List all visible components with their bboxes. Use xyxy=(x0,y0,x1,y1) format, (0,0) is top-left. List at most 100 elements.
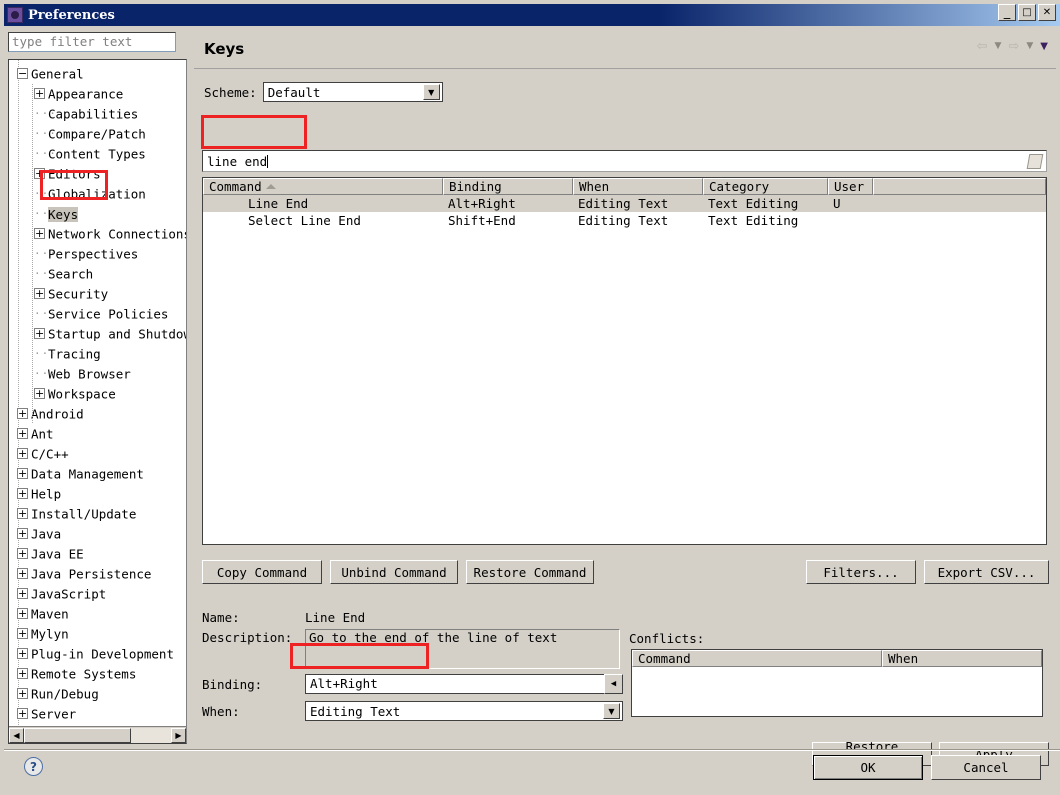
expand-icon[interactable]: + xyxy=(17,508,28,519)
sidebar-item-data-management[interactable]: + Data Management xyxy=(9,464,186,484)
close-button[interactable]: ✕ xyxy=(1038,4,1056,21)
expand-icon[interactable]: + xyxy=(17,648,28,659)
expand-icon[interactable]: + xyxy=(17,628,28,639)
filters-button[interactable]: Filters... xyxy=(806,560,916,584)
expand-icon[interactable]: + xyxy=(17,528,28,539)
expand-icon[interactable]: + xyxy=(17,568,28,579)
scroll-left-icon[interactable]: ◀ xyxy=(9,727,24,743)
table-body[interactable]: Line End Alt+Right Editing Text Text Editin… xyxy=(203,195,1046,229)
sidebar-item-maven[interactable]: + Maven xyxy=(9,604,186,624)
left-triangle-icon[interactable]: ◀ xyxy=(604,674,623,694)
expand-icon[interactable]: + xyxy=(17,708,28,719)
sidebar-item-globalization[interactable]: ···Globalization xyxy=(9,184,186,204)
sidebar-item-general[interactable]: − General xyxy=(9,64,186,84)
sidebar-item-android[interactable]: + Android xyxy=(9,404,186,424)
ok-button[interactable]: OK xyxy=(813,755,923,780)
scroll-thumb[interactable] xyxy=(24,727,131,743)
scheme-combo[interactable]: Default ▼ xyxy=(262,82,443,102)
sidebar-item-help[interactable]: + Help xyxy=(9,484,186,504)
scroll-track[interactable] xyxy=(131,727,171,743)
expand-icon[interactable]: + xyxy=(34,388,45,399)
key-bindings-table[interactable]: Command Binding When Category User Line End A… xyxy=(202,177,1047,545)
chevron-down-icon[interactable]: ▼ xyxy=(603,703,620,719)
tree-horizontal-scrollbar[interactable]: ◀ ▶ xyxy=(9,726,186,743)
forward-arrow-icon[interactable]: ⇨ xyxy=(1008,40,1019,53)
expand-icon[interactable]: + xyxy=(17,668,28,679)
sidebar-item-search[interactable]: ···Search xyxy=(9,264,186,284)
scroll-right-icon[interactable]: ▶ xyxy=(171,727,186,743)
sidebar-item-java-persistence[interactable]: + Java Persistence xyxy=(9,564,186,584)
sidebar-item-label: Editors xyxy=(48,166,101,182)
back-chevron-down-icon[interactable]: ▼ xyxy=(995,42,1002,51)
minimize-button[interactable]: _ xyxy=(998,4,1016,21)
sidebar-item-capabilities[interactable]: ···Capabilities xyxy=(9,104,186,124)
expand-icon[interactable]: + xyxy=(34,88,45,99)
collapse-icon[interactable]: − xyxy=(17,68,28,79)
expand-icon[interactable]: + xyxy=(34,328,45,339)
expand-icon[interactable]: + xyxy=(17,608,28,619)
sidebar-item-startup-and-shutdown[interactable]: + Startup and Shutdown xyxy=(9,324,186,344)
conflicts-column-header-command[interactable]: Command xyxy=(632,650,882,667)
sidebar-item-install-update[interactable]: + Install/Update xyxy=(9,504,186,524)
expand-icon[interactable]: + xyxy=(34,168,45,179)
copy-command-button[interactable]: Copy Command xyxy=(202,560,322,584)
expand-icon[interactable]: + xyxy=(17,428,28,439)
sidebar-item-ant[interactable]: + Ant xyxy=(9,424,186,444)
sidebar-item-service-policies[interactable]: ···Service Policies xyxy=(9,304,186,324)
sidebar-item-tracing[interactable]: ···Tracing xyxy=(9,344,186,364)
forward-chevron-down-icon[interactable]: ▼ xyxy=(1026,42,1033,51)
sidebar-item-security[interactable]: + Security xyxy=(9,284,186,304)
expand-icon[interactable]: + xyxy=(17,408,28,419)
sidebar-item-java[interactable]: + Java xyxy=(9,524,186,544)
back-arrow-icon[interactable]: ⇦ xyxy=(977,40,988,53)
binding-input[interactable]: Alt+Right xyxy=(305,674,620,694)
sidebar-item-appearance[interactable]: + Appearance xyxy=(9,84,186,104)
sidebar-item-editors[interactable]: + Editors xyxy=(9,164,186,184)
expand-icon[interactable]: + xyxy=(17,488,28,499)
sidebar-item-compare-patch[interactable]: ···Compare/Patch xyxy=(9,124,186,144)
help-icon[interactable]: ? xyxy=(24,757,43,776)
sidebar-item-mylyn[interactable]: + Mylyn xyxy=(9,624,186,644)
view-menu-chevron-down-icon[interactable]: ▼ xyxy=(1040,41,1048,52)
expand-icon[interactable]: + xyxy=(17,448,28,459)
sidebar-item-network-connections[interactable]: + Network Connections xyxy=(9,224,186,244)
column-header-user[interactable]: User xyxy=(828,178,873,195)
table-row[interactable]: Select Line End Shift+End Editing Text Text… xyxy=(203,212,1046,229)
chevron-down-icon[interactable]: ▼ xyxy=(422,84,440,100)
sidebar-item-server[interactable]: + Server xyxy=(9,704,186,724)
sidebar-item-plug-in-development[interactable]: + Plug-in Development xyxy=(9,644,186,664)
maximize-button[interactable]: □ xyxy=(1018,4,1036,21)
conflicts-table[interactable]: Command When xyxy=(631,649,1043,717)
column-header-category[interactable]: Category xyxy=(703,178,828,195)
table-row[interactable]: Line End Alt+Right Editing Text Text Editin… xyxy=(203,195,1046,212)
expand-icon[interactable]: + xyxy=(34,288,45,299)
column-header-command[interactable]: Command xyxy=(203,178,443,195)
column-header-when[interactable]: When xyxy=(573,178,703,195)
keys-filter-input[interactable]: line end xyxy=(202,150,1047,172)
export-csv-button[interactable]: Export CSV... xyxy=(924,560,1049,584)
tree-filter-input[interactable]: type filter text xyxy=(8,32,176,52)
sidebar-item-perspectives[interactable]: ···Perspectives xyxy=(9,244,186,264)
sidebar-item-remote-systems[interactable]: + Remote Systems xyxy=(9,664,186,684)
sidebar-item-keys[interactable]: ···Keys xyxy=(9,204,186,224)
expand-icon[interactable]: + xyxy=(34,228,45,239)
cancel-button[interactable]: Cancel xyxy=(931,755,1041,780)
sidebar-item-javascript[interactable]: + JavaScript xyxy=(9,584,186,604)
sidebar-item-run-debug[interactable]: + Run/Debug xyxy=(9,684,186,704)
sidebar-item-workspace[interactable]: + Workspace xyxy=(9,384,186,404)
restore-command-button[interactable]: Restore Command xyxy=(466,560,594,584)
sidebar-item-c-c[interactable]: + C/C++ xyxy=(9,444,186,464)
eraser-icon[interactable] xyxy=(1026,154,1044,169)
expand-icon[interactable]: + xyxy=(17,548,28,559)
conflicts-column-header-when[interactable]: When xyxy=(882,650,1042,667)
expand-icon[interactable]: + xyxy=(17,468,28,479)
expand-icon[interactable]: + xyxy=(17,688,28,699)
expand-icon[interactable]: + xyxy=(17,588,28,599)
unbind-command-button[interactable]: Unbind Command xyxy=(330,560,458,584)
sidebar-item-web-browser[interactable]: ···Web Browser xyxy=(9,364,186,384)
sidebar-item-content-types[interactable]: ···Content Types xyxy=(9,144,186,164)
when-combo[interactable]: Editing Text ▼ xyxy=(305,701,623,721)
sidebar-item-java-ee[interactable]: + Java EE xyxy=(9,544,186,564)
preferences-tree[interactable]: − General + Appearance ···Capabilities ···Com… xyxy=(8,59,187,744)
column-header-binding[interactable]: Binding xyxy=(443,178,573,195)
